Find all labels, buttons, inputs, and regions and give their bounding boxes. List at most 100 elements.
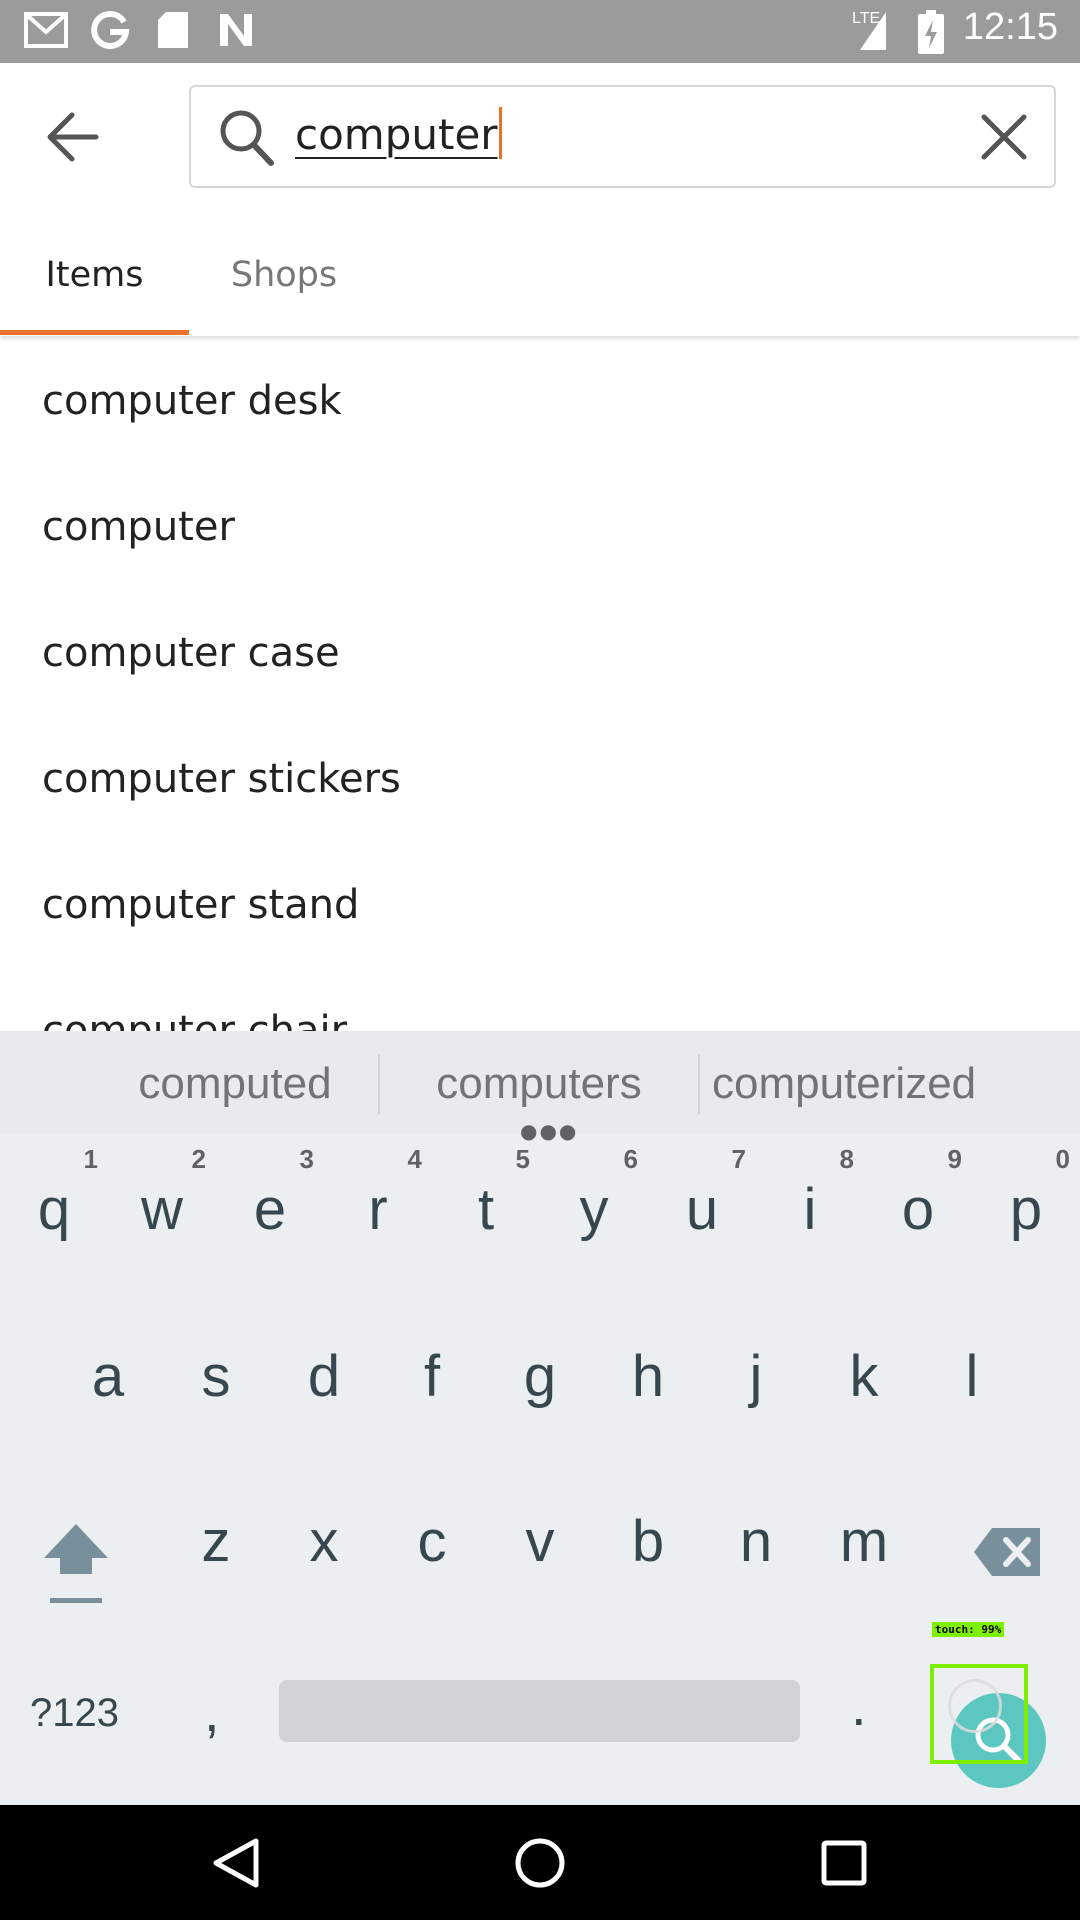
key-label: r (368, 1177, 388, 1242)
key-k[interactable]: k (814, 1301, 914, 1461)
back-triangle-icon[interactable] (208, 1835, 264, 1891)
key-r[interactable]: 4r (328, 1134, 428, 1294)
search-query: computer (295, 110, 498, 159)
touch-label: touch: 99% (932, 1622, 1005, 1637)
key-v[interactable]: v (490, 1466, 590, 1626)
key-o[interactable]: 9o (868, 1134, 968, 1294)
period-key[interactable]: . (851, 1673, 867, 1738)
comma-key[interactable]: , (204, 1679, 220, 1744)
prediction-divider (698, 1055, 700, 1115)
close-icon[interactable] (980, 113, 1028, 161)
key-hint: 5 (515, 1144, 530, 1174)
key-q[interactable]: 1q (4, 1134, 104, 1294)
prediction-word[interactable]: computers (400, 1059, 678, 1109)
key-label: a (91, 1344, 125, 1409)
search-input[interactable]: computer (295, 107, 502, 159)
search-box[interactable]: computer (189, 85, 1056, 188)
suggestion-item[interactable]: computer case (42, 630, 340, 676)
key-label: b (631, 1509, 665, 1574)
keyboard: computed computers computerized ●●● 1q 2… (0, 1031, 1080, 1805)
prediction-bar: computed computers computerized ●●● (0, 1031, 1080, 1143)
key-s[interactable]: s (166, 1301, 266, 1461)
key-hint: 3 (299, 1144, 314, 1174)
key-m[interactable]: m (814, 1466, 914, 1626)
key-f[interactable]: f (382, 1301, 482, 1461)
key-p[interactable]: 0p (976, 1134, 1076, 1294)
key-b[interactable]: b (598, 1466, 698, 1626)
key-hint: 2 (191, 1144, 206, 1174)
key-y[interactable]: 6y (544, 1134, 644, 1294)
key-label: f (423, 1344, 441, 1409)
backspace-icon[interactable] (972, 1522, 1044, 1582)
key-d[interactable]: d (274, 1301, 374, 1461)
shift-key[interactable] (40, 1518, 112, 1608)
key-c[interactable]: c (382, 1466, 482, 1626)
touch-indicator (948, 1679, 1002, 1733)
key-label: q (37, 1177, 71, 1242)
gmail-icon (24, 12, 68, 48)
key-label: c (417, 1509, 447, 1574)
key-hint: 1 (83, 1144, 98, 1174)
key-a[interactable]: a (58, 1301, 158, 1461)
tab-bar: Items Shops (0, 238, 1080, 336)
key-hint: 7 (731, 1144, 746, 1174)
key-label: t (477, 1177, 495, 1242)
key-t[interactable]: 5t (436, 1134, 536, 1294)
tab-indicator (0, 330, 189, 335)
google-icon (91, 10, 130, 49)
key-label: z (201, 1509, 231, 1574)
key-label: n (739, 1509, 773, 1574)
nav-bar (0, 1805, 1080, 1920)
key-i[interactable]: 8i (760, 1134, 860, 1294)
home-circle-icon[interactable] (512, 1835, 568, 1891)
key-label: o (901, 1177, 935, 1242)
key-label: v (525, 1509, 555, 1574)
key-hint: 0 (1055, 1144, 1070, 1174)
space-key[interactable] (279, 1680, 800, 1742)
suggestion-item[interactable]: computer desk (42, 378, 342, 424)
key-label: y (579, 1177, 609, 1242)
key-w[interactable]: 2w (112, 1134, 212, 1294)
key-label: s (201, 1344, 231, 1409)
text-caret (498, 107, 502, 159)
symbols-key[interactable]: ?123 (30, 1691, 119, 1736)
search-icon (220, 110, 274, 166)
status-time: 12:15 (962, 6, 1058, 48)
prediction-word[interactable]: computed (110, 1059, 360, 1109)
key-label: i (803, 1177, 817, 1242)
key-g[interactable]: g (490, 1301, 590, 1461)
key-label: j (749, 1344, 763, 1409)
key-hint: 8 (839, 1144, 854, 1174)
sd-card-icon (158, 12, 188, 48)
key-label: u (685, 1177, 719, 1242)
key-e[interactable]: 3e (220, 1134, 320, 1294)
prediction-divider (378, 1055, 380, 1115)
key-label: m (839, 1509, 889, 1574)
prediction-word[interactable]: computerized (712, 1059, 976, 1109)
key-label: h (631, 1344, 665, 1409)
recents-square-icon[interactable] (816, 1835, 872, 1891)
key-u[interactable]: 7u (652, 1134, 752, 1294)
suggestion-item[interactable]: computer stand (42, 882, 359, 928)
key-l[interactable]: l (922, 1301, 1022, 1461)
arrow-left-icon[interactable] (42, 107, 102, 167)
tab-items[interactable]: Items (0, 238, 189, 336)
key-label: d (307, 1344, 341, 1409)
n-icon (220, 14, 252, 46)
tab-shops[interactable]: Shops (189, 238, 379, 336)
suggestion-item[interactable]: computer (42, 504, 235, 550)
key-label: g (523, 1344, 557, 1409)
battery-charging-icon (918, 10, 944, 54)
key-z[interactable]: z (166, 1466, 266, 1626)
key-j[interactable]: j (706, 1301, 806, 1461)
key-hint: 9 (947, 1144, 962, 1174)
lte-signal-icon (860, 12, 886, 50)
key-x[interactable]: x (274, 1466, 374, 1626)
key-hint: 6 (623, 1144, 638, 1174)
key-n[interactable]: n (706, 1466, 806, 1626)
key-label: p (1009, 1177, 1043, 1242)
key-label: x (309, 1509, 339, 1574)
key-label: e (253, 1177, 287, 1242)
key-h[interactable]: h (598, 1301, 698, 1461)
suggestion-item[interactable]: computer stickers (42, 756, 401, 802)
